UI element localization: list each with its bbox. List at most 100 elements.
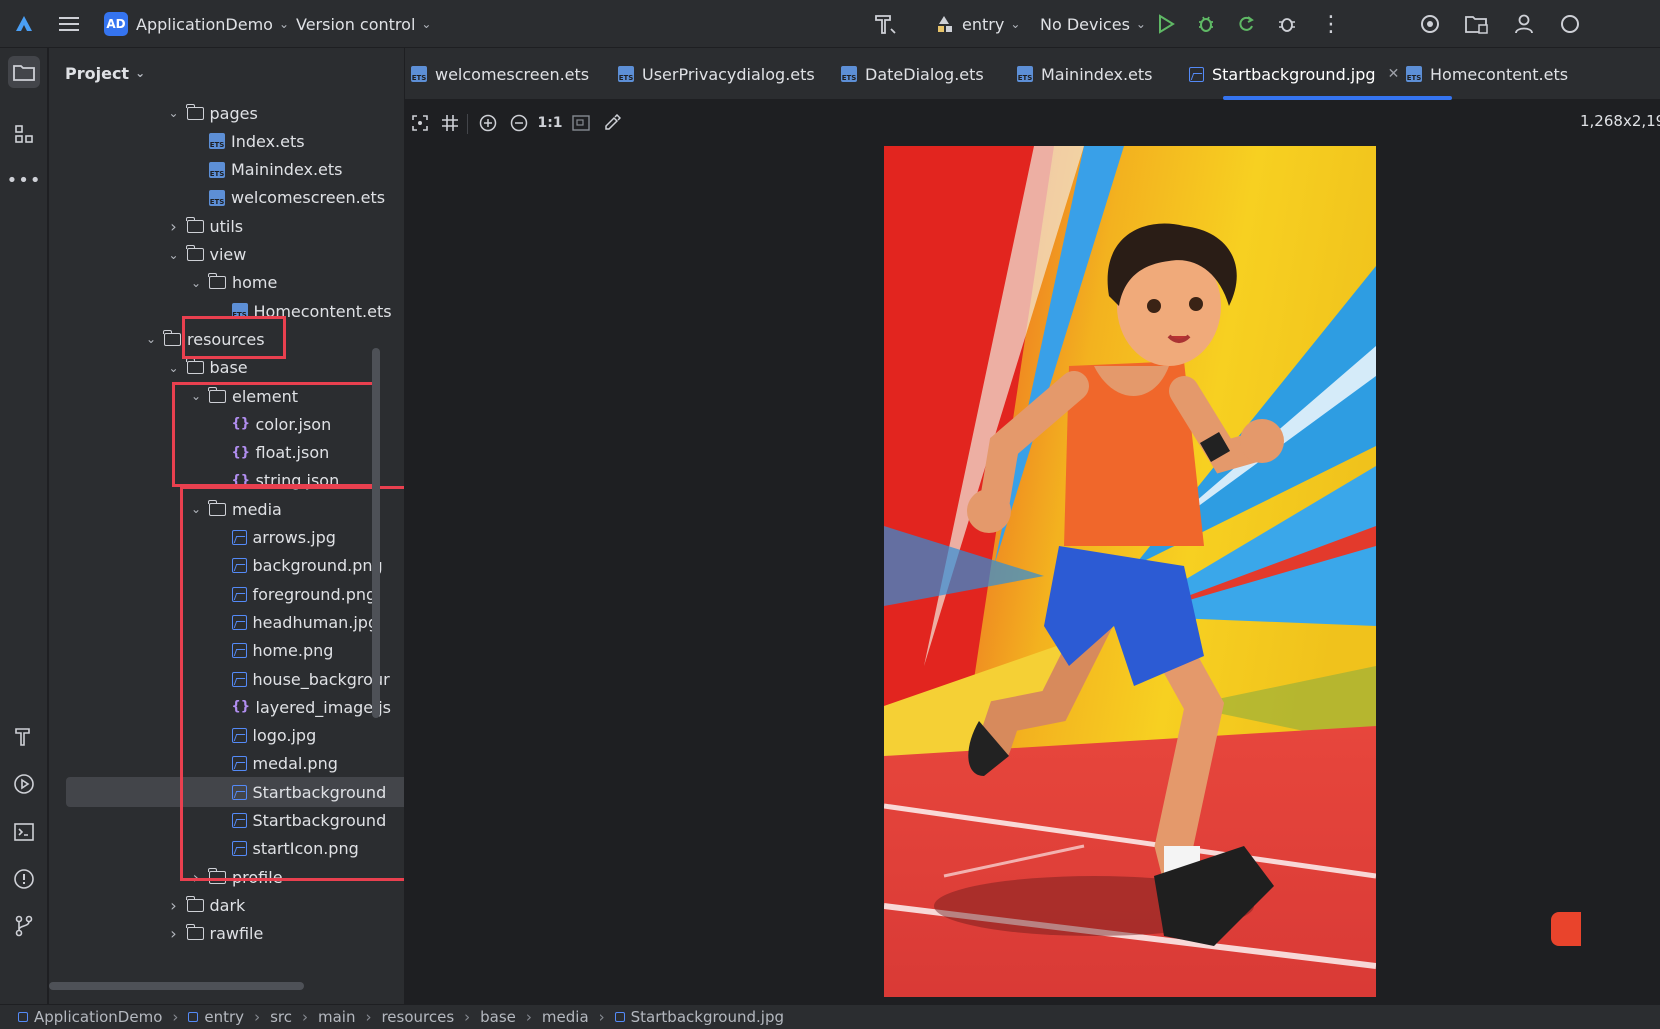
fit-to-window-icon[interactable] — [407, 110, 433, 136]
reload-icon[interactable] — [1236, 0, 1256, 48]
breadcrumb-label: main — [317, 1008, 356, 1026]
tree-item-label: Index.ets — [231, 131, 305, 151]
settings-icon[interactable] — [1558, 0, 1660, 48]
tree-item-label: Mainindex.ets — [231, 160, 343, 180]
tree-vertical-scrollbar[interactable] — [372, 348, 380, 718]
breadcrumb-item[interactable]: Startbackground.jpg — [614, 1008, 784, 1026]
tree-folder-row[interactable]: › utils — [49, 211, 404, 241]
breadcrumb-item[interactable]: ApplicationDemo — [18, 1008, 162, 1026]
module-icon — [188, 1012, 199, 1022]
editor-tab[interactable]: ETS DateDialog.ets — [841, 48, 984, 100]
chevron-down-icon[interactable]: ⌄ — [167, 361, 181, 375]
grid-icon[interactable] — [437, 110, 463, 136]
attach-debugger-icon[interactable] — [1276, 0, 1298, 48]
ets-file-icon: ETS — [209, 133, 225, 150]
highlight-box-resources — [182, 316, 286, 359]
tree-file-row[interactable]: ETS Index.ets — [49, 126, 404, 156]
editor-tab[interactable]: ETS welcomescreen.ets — [411, 48, 589, 100]
top-toolbar: AD ApplicationDemo ⌄ Version control ⌄ e… — [0, 0, 1660, 48]
editor-tab[interactable]: ETS UserPrivacydialog.ets — [618, 48, 815, 100]
ets-file-icon: ETS — [841, 66, 857, 82]
device-label: No Devices — [1040, 14, 1130, 34]
breadcrumb-separator: › — [301, 1008, 308, 1026]
build-tool-icon[interactable] — [8, 720, 40, 752]
module-icon — [938, 16, 952, 32]
tree-item-label: welcomescreen.ets — [231, 188, 386, 208]
image-file-icon — [614, 1012, 625, 1022]
tree-folder-row[interactable]: › dark — [49, 890, 404, 920]
run-icon[interactable] — [1156, 0, 1176, 48]
chevron-right-icon[interactable]: › — [167, 896, 181, 915]
project-selector[interactable]: AD ApplicationDemo ⌄ — [104, 0, 289, 48]
color-picker-icon[interactable] — [599, 110, 625, 136]
breadcrumb-item[interactable]: main — [318, 1008, 355, 1026]
zoom-in-icon[interactable] — [475, 110, 501, 136]
fit-zoom-icon[interactable] — [568, 110, 594, 136]
tree-folder-row[interactable]: ⌄ pages — [49, 98, 404, 128]
module-selector[interactable]: entry ⌄ — [934, 0, 1020, 48]
tree-folder-row[interactable]: ⌄ view — [49, 240, 404, 270]
breadcrumb-item[interactable]: media — [542, 1008, 589, 1026]
chevron-down-icon: ⌄ — [1010, 17, 1021, 31]
run-tool-icon[interactable] — [8, 768, 40, 800]
structure-icon[interactable] — [8, 118, 40, 150]
breadcrumb-item[interactable]: src — [270, 1008, 292, 1026]
tree-file-row[interactable]: ETS welcomescreen.ets — [49, 183, 404, 213]
ets-file-icon: ETS — [1017, 66, 1033, 82]
folder-icon — [163, 329, 181, 346]
app-logo-icon[interactable] — [14, 0, 34, 48]
project-structure-icon[interactable] — [1464, 0, 1490, 48]
chevron-down-icon[interactable]: ⌄ — [144, 332, 158, 346]
editor-tab[interactable]: Startbackground.jpg ✕ — [1189, 48, 1399, 100]
device-manager-icon[interactable] — [1418, 0, 1442, 48]
terminal-icon[interactable] — [8, 816, 40, 848]
tree-folder-row[interactable]: › rawfile — [49, 919, 404, 949]
zoom-out-icon[interactable] — [506, 110, 532, 136]
image-dimensions: 1,268x2,192 — [1580, 112, 1660, 130]
chevron-down-icon: ⌄ — [1135, 17, 1146, 31]
editor-tab[interactable]: ETS Mainindex.ets — [1017, 48, 1153, 100]
close-tab-icon[interactable]: ✕ — [1388, 66, 1400, 82]
chevron-down-icon[interactable]: ⌄ — [189, 276, 203, 290]
breadcrumb-item[interactable]: base — [480, 1008, 516, 1026]
more-tools-icon[interactable]: ••• — [7, 164, 41, 196]
chevron-down-icon[interactable]: ⌄ — [167, 248, 181, 262]
ets-file-icon: ETS — [209, 161, 225, 178]
status-bar-breadcrumb: ApplicationDemo › entry › src › main › resources… — [0, 1004, 1660, 1029]
breadcrumb-label: media — [541, 1008, 589, 1026]
tab-label: Mainindex.ets — [1041, 64, 1153, 84]
breadcrumb-item[interactable]: resources — [381, 1008, 454, 1026]
more-options-icon[interactable]: ⋮ — [1320, 0, 1342, 48]
main-menu-icon[interactable] — [58, 0, 80, 48]
project-view-selector[interactable]: Project ⌄ — [65, 48, 145, 98]
breadcrumb-label: base — [480, 1008, 516, 1026]
device-selector[interactable]: No Devices ⌄ — [1040, 0, 1146, 48]
chevron-down-icon: ⌄ — [421, 17, 432, 31]
tree-item-label: base — [209, 358, 248, 378]
chevron-right-icon[interactable]: › — [167, 217, 181, 236]
folder-icon — [185, 895, 204, 912]
floating-app-badge-icon[interactable] — [1551, 912, 1581, 946]
chevron-down-icon[interactable]: ⌄ — [167, 106, 181, 120]
editor-tab[interactable]: ETS Homecontent.ets — [1406, 48, 1568, 100]
ets-file-icon: ETS — [618, 66, 634, 82]
image-file-icon — [1189, 66, 1204, 82]
image-editor: 1:1 1,268x2,192 — [405, 100, 1660, 1004]
tab-label: Startbackground.jpg — [1212, 64, 1376, 84]
version-control-menu[interactable]: Version control ⌄ — [296, 0, 431, 48]
chevron-right-icon[interactable]: › — [167, 924, 181, 943]
module-label: entry — [962, 14, 1005, 34]
tree-folder-row[interactable]: ⌄ home — [49, 268, 404, 298]
breadcrumb-item[interactable]: entry — [188, 1008, 244, 1026]
tree-file-row[interactable]: ETS Mainindex.ets — [49, 155, 404, 185]
debug-bug-icon[interactable] — [1196, 0, 1216, 48]
tree-horizontal-scrollbar[interactable] — [49, 982, 304, 990]
actual-size-button[interactable]: 1:1 — [537, 110, 563, 136]
project-folder-icon[interactable] — [8, 56, 40, 88]
problems-icon[interactable] — [8, 863, 40, 895]
project-tool-window: Project ⌄ ⌄ pages ETS Index.ets ETS Mainindex… — [49, 48, 405, 1004]
breadcrumb-separator: › — [464, 1008, 471, 1026]
build-hammer-icon[interactable] — [872, 0, 898, 48]
account-icon[interactable] — [1512, 0, 1536, 48]
git-branch-icon[interactable] — [8, 910, 40, 942]
